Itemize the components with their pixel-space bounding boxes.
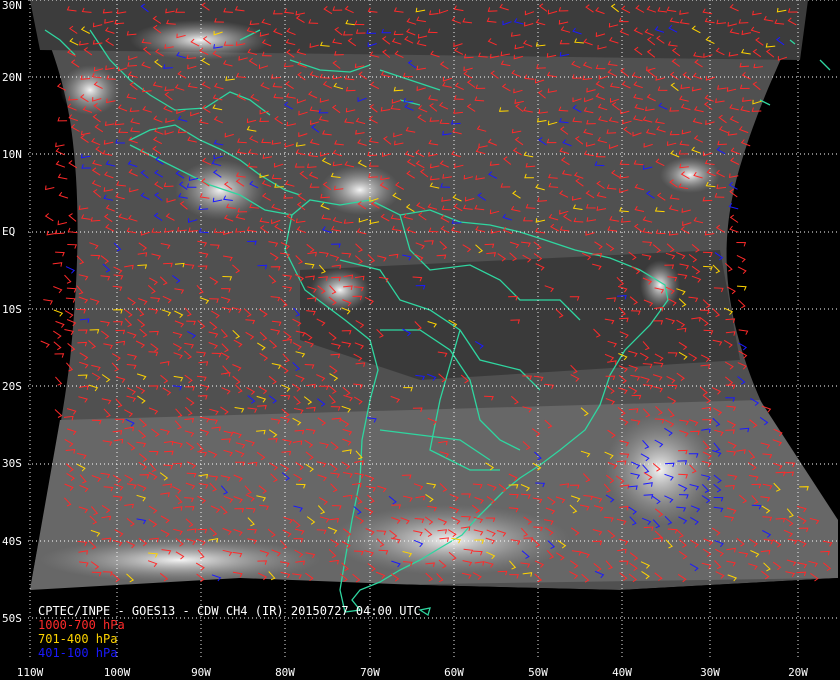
cloud-mass — [130, 20, 270, 60]
lon-label: 110W — [16, 666, 44, 679]
wind-barb — [54, 353, 65, 358]
wind-barb — [43, 299, 53, 305]
wind-barb — [737, 299, 746, 309]
lon-label: 40W — [612, 666, 632, 679]
legend-entry-high-level: 401-100 hPa — [38, 646, 118, 660]
wind-barb — [55, 376, 63, 386]
lat-label: 50S — [2, 612, 22, 625]
legend-entry-low-level: 1000-700 hPa — [38, 618, 125, 632]
wind-barb — [66, 287, 77, 293]
wind-barb — [57, 220, 68, 226]
lon-label: 90W — [191, 666, 211, 679]
wind-barb — [736, 285, 747, 291]
wind-barb — [53, 286, 63, 294]
wind-barb — [57, 173, 68, 180]
legend-entry-mid-level: 701-400 hPa — [38, 632, 118, 646]
lon-label: 60W — [444, 666, 464, 679]
wind-barb — [45, 185, 55, 191]
wind-barb — [67, 227, 78, 234]
lon-label: 20W — [788, 666, 808, 679]
wind-barb — [64, 329, 74, 336]
cloud-mass — [640, 260, 680, 310]
lat-label: 40S — [2, 535, 22, 548]
lat-label: 30S — [2, 457, 22, 470]
lat-label: EQ — [2, 225, 16, 238]
wind-barb — [55, 251, 65, 257]
map-caption: CPTEC/INPE - GOES13 - CDW CH4 (IR) 20150… — [38, 604, 421, 660]
wind-barb — [728, 203, 739, 210]
wind-barb — [729, 225, 739, 233]
wind-barb — [736, 254, 746, 263]
cloud-mass — [660, 157, 720, 193]
satellite-wind-map: 30N 20N 10N EQ 10S 20S 30S 40S 50S 110W … — [0, 0, 840, 680]
lon-label: 70W — [360, 666, 380, 679]
wind-barb — [737, 266, 747, 275]
map-canvas — [0, 0, 840, 680]
wind-barb — [44, 213, 54, 222]
cloud-mass — [310, 268, 370, 312]
wind-barb — [55, 160, 66, 168]
wind-barb — [729, 214, 739, 223]
lat-label: 10N — [2, 148, 22, 161]
lat-label: 20S — [2, 380, 22, 393]
lon-label: 30W — [700, 666, 720, 679]
wind-barb — [57, 116, 68, 122]
cloud-mass — [320, 165, 400, 215]
wind-barb — [58, 191, 69, 199]
wind-barb — [65, 297, 76, 303]
wind-barb — [68, 213, 77, 222]
wind-barb — [46, 230, 57, 236]
wind-barb — [53, 309, 64, 317]
wind-barb — [64, 310, 74, 319]
lat-label: 10S — [2, 303, 22, 316]
wind-barb — [53, 330, 62, 339]
wind-barb — [55, 320, 65, 328]
wind-barb — [65, 266, 76, 274]
lon-label: 80W — [275, 666, 295, 679]
lat-label: 20N — [2, 71, 22, 84]
wind-barb — [67, 244, 78, 249]
wind-barb — [54, 409, 63, 418]
map-title: CPTEC/INPE - GOES13 - CDW CH4 (IR) 20150… — [38, 604, 421, 618]
lon-label: 100W — [103, 666, 131, 679]
cloud-mass — [40, 538, 320, 582]
lat-label: 30N — [2, 0, 22, 12]
wind-barb — [53, 341, 62, 351]
wind-barb — [736, 242, 747, 247]
lon-label: 50W — [528, 666, 548, 679]
wind-barb — [40, 340, 50, 348]
wind-barb — [52, 262, 63, 267]
wind-barb — [64, 274, 72, 284]
wind-barb — [738, 329, 749, 335]
wind-barb — [55, 142, 65, 148]
